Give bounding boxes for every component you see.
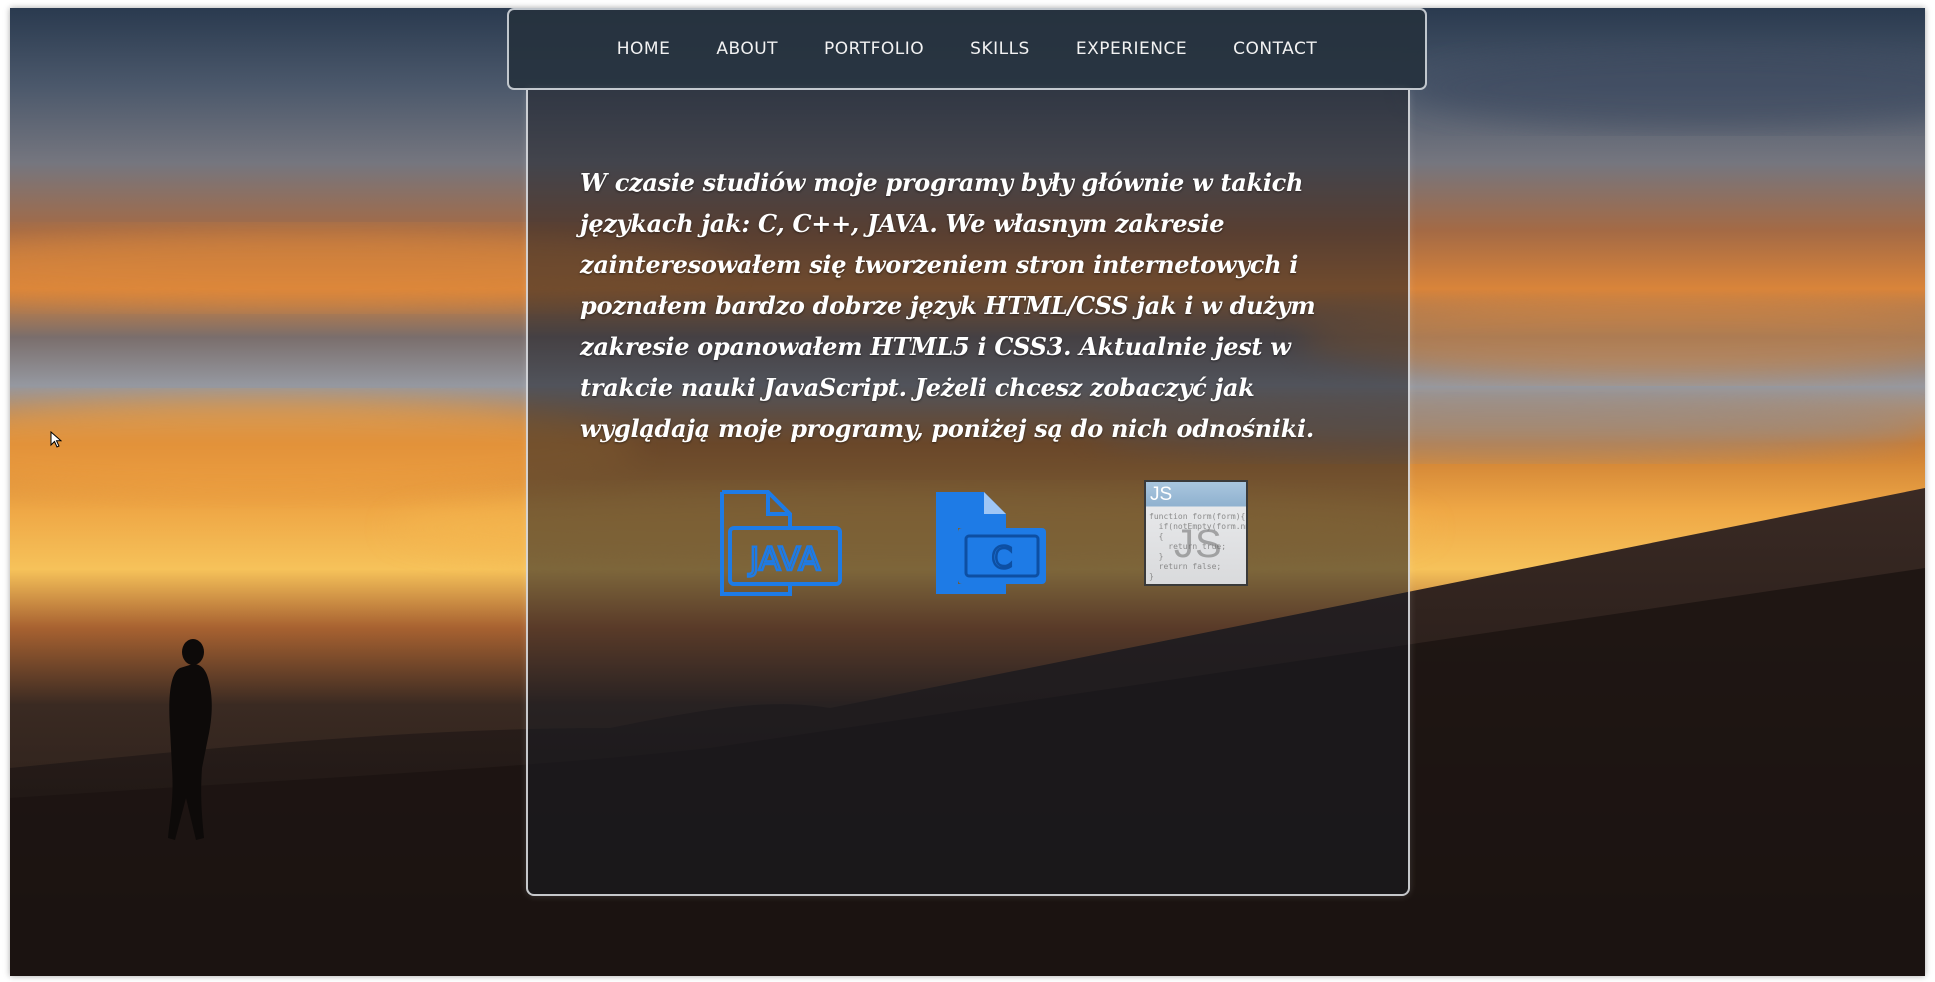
top-navigation: HOME ABOUT PORTFOLIO SKILLS EXPERIENCE C… [507, 8, 1427, 90]
js-file-link[interactable]: JS function form(form){ if(notEmpty(form… [1144, 480, 1252, 590]
c-file-icon: C [936, 492, 1046, 594]
java-file-link[interactable]: JAVA [716, 488, 844, 600]
svg-text:JAVA: JAVA [748, 540, 821, 578]
nav-item-contact[interactable]: CONTACT [1210, 39, 1340, 59]
js-file-icon: JS function form(form){ if(notEmpty(form… [1144, 480, 1248, 586]
svg-text:C: C [992, 541, 1013, 576]
nav-item-portfolio[interactable]: PORTFOLIO [801, 39, 947, 59]
nav-item-experience[interactable]: EXPERIENCE [1053, 39, 1210, 59]
intro-paragraph: W czasie studiów moje programy były głów… [580, 168, 1316, 443]
java-file-icon: JAVA [720, 490, 842, 596]
nav-item-home[interactable]: HOME [594, 39, 694, 59]
nav-item-about[interactable]: ABOUT [693, 39, 801, 59]
content-panel: W czasie studiów moje programy były głów… [526, 90, 1410, 896]
nav-item-skills[interactable]: SKILLS [947, 39, 1053, 59]
mouse-cursor-icon [50, 430, 63, 453]
c-file-link[interactable]: C [932, 488, 1048, 600]
